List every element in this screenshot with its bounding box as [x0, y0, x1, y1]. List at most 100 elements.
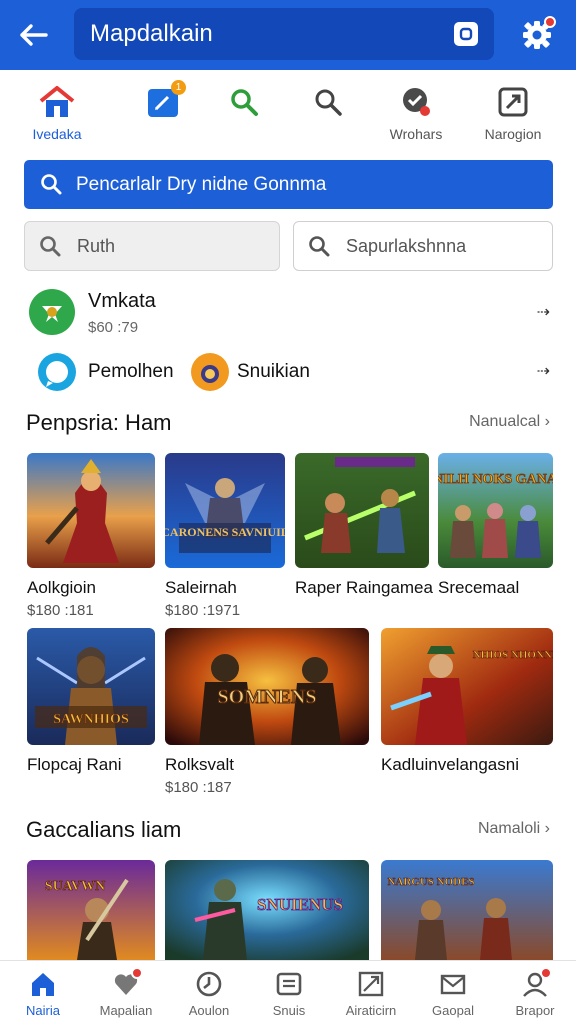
game-card[interactable]: Aolkgioin $180 :181	[27, 453, 155, 619]
game-thumbnail: SUAVWN	[27, 860, 155, 960]
notification-dot	[131, 967, 143, 979]
game-thumbnail: SOMNENS	[165, 628, 369, 745]
search-placeholder: Pencarlalr Dry nidne Gonnma	[76, 174, 327, 195]
category-label: Narogion	[484, 126, 542, 142]
profile-icon	[520, 967, 552, 999]
category-search[interactable]	[280, 82, 376, 152]
search-placeholder: Sapurlakshnna	[346, 236, 467, 256]
home-icon	[37, 82, 77, 122]
search-icon	[40, 173, 62, 200]
game-card[interactable]: NHIOS NHONNES Kadluinvelangasni	[381, 628, 553, 779]
green-badge-icon	[28, 288, 76, 341]
notification-dot	[540, 967, 552, 979]
back-arrow-icon	[20, 24, 48, 46]
category-navigation[interactable]: Narogion	[465, 82, 561, 152]
game-thumbnail: SNILH NOKS GANAS	[438, 453, 553, 568]
search-input-right[interactable]: Sapurlakshnna	[293, 221, 553, 271]
nav-label: Brapor	[515, 1003, 555, 1018]
game-thumbnail: CARONENS SAVNIUIL	[165, 453, 285, 568]
navigation-icon	[493, 82, 533, 122]
settings-button[interactable]	[516, 14, 558, 56]
game-name: Aolkgioin	[27, 578, 96, 597]
search-placeholder: Ruth	[77, 236, 116, 256]
game-card[interactable]: SNILH NOKS GANAS Srecemaal	[438, 453, 553, 602]
search-icon	[39, 235, 61, 262]
box-icon	[274, 969, 304, 999]
back-button[interactable]	[14, 18, 54, 52]
category-badge: 1	[171, 80, 186, 95]
game-thumbnail: SAWNHIOS	[27, 628, 155, 745]
search-input-left[interactable]: Ruth	[24, 221, 280, 271]
mail-icon	[438, 969, 468, 999]
chevron-right-icon[interactable]: ⇢	[537, 361, 550, 381]
category-home[interactable]: Ivedaka	[9, 82, 105, 152]
game-thumbnail: SNUIENUS	[165, 860, 369, 960]
section-more-link[interactable]: Namaloli ›	[478, 820, 550, 838]
game-price: $180 :187	[165, 779, 232, 796]
game-art-caption: NARGUS NODES	[387, 876, 474, 888]
nav-label: Aoulon	[188, 1003, 230, 1018]
game-art-caption: SNILH NOKS GANAS	[438, 472, 553, 487]
category-awards[interactable]: Wrohars	[368, 82, 464, 152]
nav-history[interactable]: Aoulon	[168, 961, 250, 1024]
nav-favorites[interactable]: Mapalian	[85, 961, 167, 1024]
game-card[interactable]: NARGUS NODES	[381, 860, 553, 960]
home-icon	[28, 969, 58, 999]
game-card[interactable]: SAWNHIOS Flopcaj Rani	[27, 628, 155, 779]
bottom-navigation: Nairia Mapalian Aoulon Snuis Airaticirn …	[0, 960, 576, 1024]
nav-label: Gaopal	[432, 1003, 474, 1018]
search-icon	[308, 82, 348, 122]
game-art-caption: SOMNENS	[218, 686, 317, 708]
list-item-title[interactable]: Pemolhen	[88, 361, 174, 383]
main-search-bar[interactable]: Pencarlalr Dry nidne Gonnma	[24, 160, 553, 209]
nav-store[interactable]: Snuis	[248, 961, 330, 1024]
category-search-green[interactable]	[196, 82, 292, 152]
clock-icon	[194, 969, 224, 999]
category-row: Ivedaka 1 Wrohars Narogion	[0, 80, 576, 152]
nav-label: Nairia	[26, 1003, 60, 1018]
game-card[interactable]: Raper Raingamea	[295, 453, 433, 602]
game-name: Saleirnah	[165, 578, 237, 597]
game-card[interactable]: SOMNENS Rolksvalt $180 :187	[165, 628, 369, 796]
app-title: Mapdalkain	[90, 20, 213, 47]
nav-gallery[interactable]: Airaticirn	[330, 961, 412, 1024]
nav-label: Snuis	[272, 1003, 306, 1018]
square-icon[interactable]	[454, 22, 478, 46]
section-more-link[interactable]: Nanualcal ›	[469, 413, 550, 431]
category-label: Ivedaka	[32, 126, 82, 142]
nav-home[interactable]: Nairia	[2, 961, 84, 1024]
title-field[interactable]: Mapdalkain	[74, 8, 494, 60]
game-price: $180 :1971	[165, 602, 241, 619]
notification-dot	[544, 16, 556, 28]
nav-profile[interactable]: Brapor	[494, 961, 576, 1024]
game-name: Rolksvalt	[165, 755, 234, 774]
game-thumbnail	[295, 453, 429, 568]
list-item[interactable]: Vmkata $60 :79 ⇢	[0, 288, 576, 340]
orange-avatar-icon	[190, 352, 230, 397]
section-title: Penpsria: Ham	[26, 410, 172, 435]
list-item-subtitle: $60 :79	[88, 319, 139, 336]
nav-label: Mapalian	[99, 1003, 153, 1018]
edit-icon: 1	[143, 80, 186, 122]
game-art-caption: NHIOS NHONNES	[473, 649, 553, 661]
nav-mail[interactable]: Gaopal	[412, 961, 494, 1024]
game-card[interactable]: CARONENS SAVNIUIL Saleirnah $180 :1971	[165, 453, 285, 619]
game-card[interactable]: SUAVWN	[27, 860, 155, 960]
search-icon	[308, 235, 330, 262]
game-name: Kadluinvelangasni	[381, 755, 519, 774]
chat-bubble-icon	[37, 352, 77, 397]
game-price: $180 :181	[27, 602, 94, 619]
game-thumbnail: NHIOS NHONNES	[381, 628, 553, 745]
game-thumbnail	[27, 453, 155, 568]
game-art-caption: CARONENS SAVNIUIL	[165, 525, 285, 539]
game-name: Srecemaal	[438, 578, 520, 597]
game-name: Flopcaj Rani	[27, 755, 122, 774]
game-art-caption: SNUIENUS	[257, 895, 343, 914]
award-icon	[396, 82, 436, 122]
frame-icon	[356, 969, 386, 999]
heart-icon	[111, 967, 143, 999]
game-card[interactable]: SNUIENUS	[165, 860, 369, 960]
app-bar: Mapdalkain	[0, 0, 576, 70]
search-green-icon	[224, 82, 264, 122]
list-item-title[interactable]: Snuikian	[237, 361, 310, 383]
